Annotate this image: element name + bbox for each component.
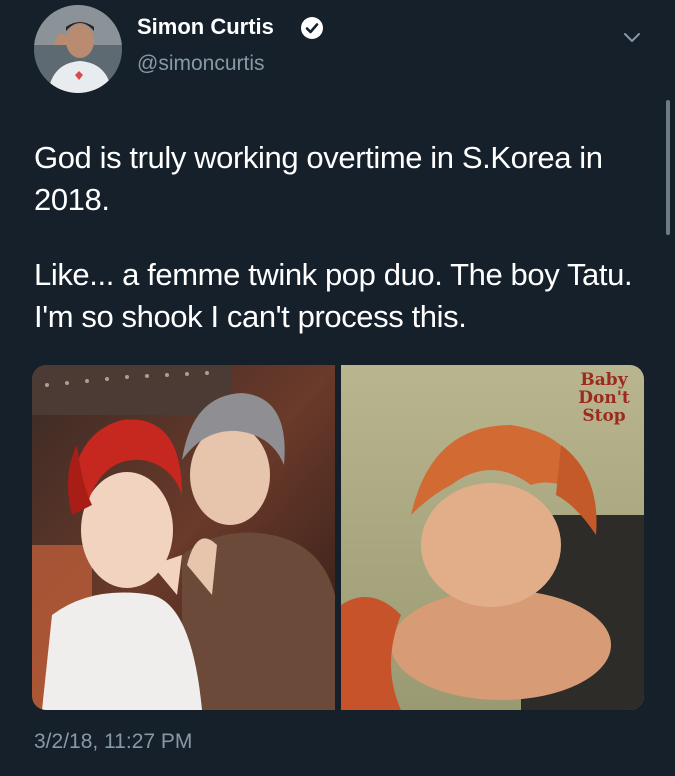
media-photo-right[interactable]: Baby Don't Stop — [341, 365, 644, 710]
chevron-down-icon[interactable] — [620, 25, 644, 49]
tweet-header: Simon Curtis @simoncurtis — [0, 0, 675, 100]
verified-badge-icon — [300, 16, 324, 40]
album-title-text: Baby Don't Stop — [569, 371, 639, 425]
media-photo-left[interactable] — [32, 365, 335, 710]
author-display-name[interactable]: Simon Curtis — [137, 14, 274, 40]
album-title-line-3: Stop — [582, 406, 626, 426]
tweet-card: Simon Curtis @simoncurtis God is truly w… — [0, 0, 675, 776]
album-title-line-2: Don't — [578, 388, 630, 408]
tweet-text-paragraph-1: God is truly working overtime in S.Korea… — [34, 140, 603, 217]
album-title-line-1: Baby — [580, 370, 628, 390]
author-handle[interactable]: @simoncurtis — [137, 52, 265, 76]
tweet-timestamp[interactable]: 3/2/18, 11:27 PM — [34, 730, 192, 754]
scrollbar[interactable] — [666, 100, 670, 235]
tweet-media[interactable]: Baby Don't Stop — [32, 365, 644, 710]
tweet-text-paragraph-2: Like... a femme twink pop duo. The boy T… — [34, 257, 633, 334]
avatar[interactable] — [34, 5, 122, 93]
